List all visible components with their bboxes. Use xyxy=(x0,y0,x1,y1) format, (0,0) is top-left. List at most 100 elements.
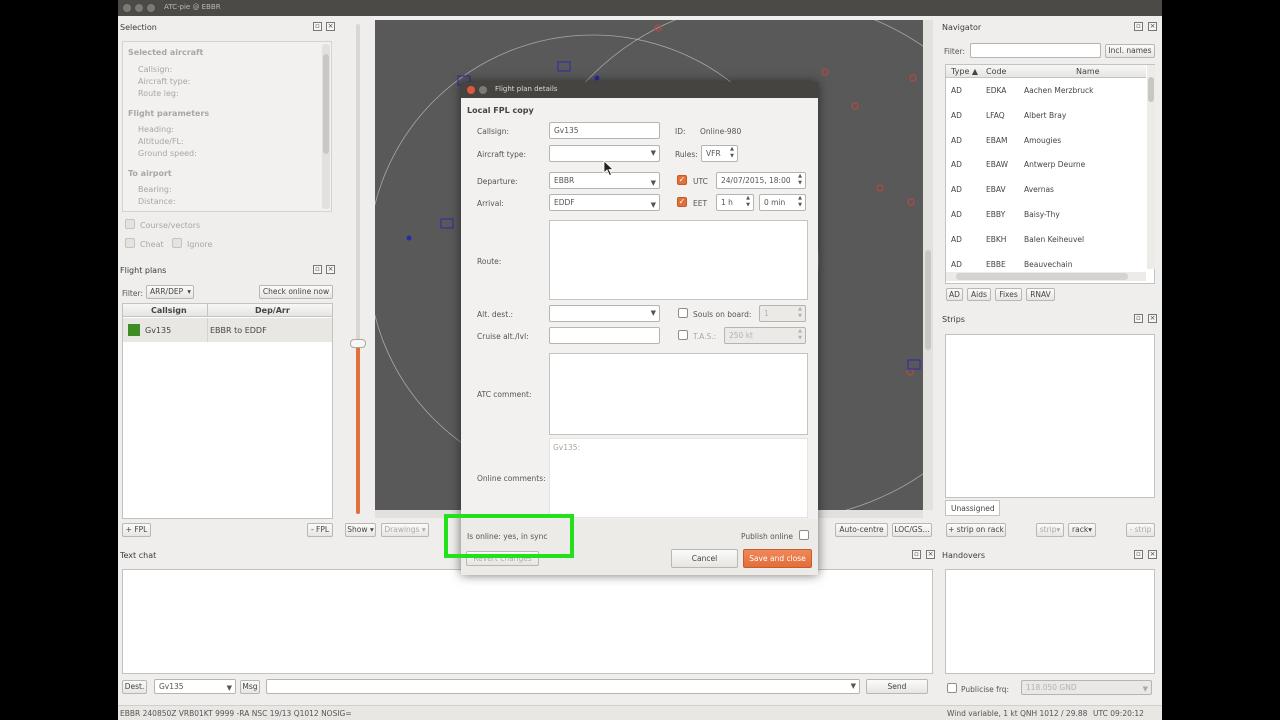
col-name[interactable]: Name xyxy=(1076,67,1100,76)
drawings-button[interactable]: Drawings ▾ xyxy=(381,523,429,537)
dest-button[interactable]: Dest. xyxy=(122,680,147,694)
incl-names-button[interactable]: Incl. names xyxy=(1105,44,1155,58)
arrival-combo[interactable]: EDDF ▼ xyxy=(549,194,660,211)
navigator-h-scrollbar[interactable] xyxy=(946,272,1146,281)
float-panel-icon[interactable]: ▫ xyxy=(1134,550,1143,559)
col-code[interactable]: Code xyxy=(986,67,1006,76)
table-row[interactable]: AD EBAV Avernas xyxy=(946,178,1146,203)
table-row[interactable]: AD LFAQ Albert Bray xyxy=(946,104,1146,129)
minimize-window-icon[interactable] xyxy=(135,4,143,12)
eet-minutes-input[interactable]: 0 min ▲ ▼ xyxy=(759,194,806,211)
col-deparr[interactable]: Dep/Arr xyxy=(255,306,290,315)
cheat-checkbox[interactable] xyxy=(125,238,135,248)
dest-combo[interactable]: Gv135 ▼ xyxy=(154,679,236,694)
spinner-arrows-icon[interactable]: ▲ ▼ xyxy=(730,146,734,160)
tab-rnav[interactable]: RNAV xyxy=(1026,288,1055,301)
rules-spinner[interactable]: VFR ▲ ▼ xyxy=(701,145,738,162)
close-panel-icon[interactable]: × xyxy=(1148,22,1157,31)
tab-fixes[interactable]: Fixes xyxy=(995,288,1022,301)
souls-on-board-input[interactable]: 1 ▲ ▼ xyxy=(759,305,806,322)
save-and-close-button[interactable]: Save and close xyxy=(743,549,812,568)
fpl-filter-select[interactable]: ARR/DEP ▾ xyxy=(146,285,194,299)
navpoint-marker[interactable] xyxy=(909,74,917,82)
scrollbar-thumb[interactable] xyxy=(323,54,329,154)
chat-message-input[interactable]: ▼ xyxy=(266,679,860,694)
utc-checkbox[interactable]: ✓ xyxy=(677,175,687,185)
vor-marker[interactable] xyxy=(594,75,600,81)
vor-marker[interactable] xyxy=(406,235,412,241)
scrollbar-thumb[interactable] xyxy=(956,273,1128,280)
navpoint-marker[interactable] xyxy=(907,198,915,206)
check-online-button[interactable]: Check online now xyxy=(259,285,333,299)
close-panel-icon[interactable]: × xyxy=(1148,550,1157,559)
show-button[interactable]: Show ▾ xyxy=(345,523,376,537)
frequency-combo[interactable]: 118.050 GND ▼ xyxy=(1021,680,1152,695)
float-panel-icon[interactable]: ▫ xyxy=(1134,314,1143,323)
float-panel-icon[interactable]: ▫ xyxy=(1134,22,1143,31)
spinner-arrows-icon[interactable]: ▲ ▼ xyxy=(798,173,802,187)
publicise-frq-checkbox[interactable] xyxy=(947,683,957,693)
loc-gs-button[interactable]: LOC/GS... xyxy=(892,523,932,537)
radar-v-scrollbar[interactable] xyxy=(923,20,933,510)
close-panel-icon[interactable]: × xyxy=(1148,314,1157,323)
minimize-dialog-icon[interactable] xyxy=(479,86,487,94)
navpoint-marker[interactable] xyxy=(876,184,884,192)
online-comments-textarea[interactable]: Gv135: xyxy=(549,438,808,518)
navigator-v-scrollbar[interactable] xyxy=(1147,65,1155,269)
scrollbar-thumb[interactable] xyxy=(1148,77,1154,102)
table-row[interactable]: AD EBBY Baisy-Thy xyxy=(946,203,1146,228)
auto-centre-button[interactable]: Auto-centre xyxy=(835,523,888,537)
cancel-button[interactable]: Cancel xyxy=(671,549,738,568)
cruise-alt-input[interactable] xyxy=(549,327,660,344)
rack-menu-button[interactable]: rack▾ xyxy=(1068,523,1096,537)
float-panel-icon[interactable]: ▫ xyxy=(313,265,322,274)
callsign-input[interactable]: Gv135 xyxy=(549,122,660,139)
float-panel-icon[interactable]: ▫ xyxy=(313,22,322,31)
close-window-icon[interactable] xyxy=(123,4,131,12)
remove-strip-button[interactable]: - strip xyxy=(1126,523,1155,537)
scrollbar-thumb[interactable] xyxy=(925,250,931,350)
tas-input[interactable]: 250 kt ▲ ▼ xyxy=(724,327,806,344)
tab-unassigned[interactable]: Unassigned xyxy=(945,500,1000,516)
publish-online-checkbox[interactable] xyxy=(799,530,809,540)
table-row[interactable]: Gv135 EBBR to EDDF xyxy=(123,318,332,342)
col-callsign[interactable]: Callsign xyxy=(151,306,187,315)
departure-time-input[interactable]: 24/07/2015, 18:00 ▲ ▼ xyxy=(716,172,806,189)
send-button[interactable]: Send xyxy=(866,679,928,694)
maximize-window-icon[interactable] xyxy=(147,4,155,12)
spinner-arrows-icon[interactable]: ▲ ▼ xyxy=(746,195,750,209)
route-textarea[interactable] xyxy=(549,220,808,300)
add-fpl-button[interactable]: + FPL xyxy=(122,523,151,537)
tab-aids[interactable]: Aids xyxy=(967,288,991,301)
msg-button[interactable]: Msg xyxy=(240,680,260,694)
souls-on-board-checkbox[interactable] xyxy=(678,308,688,318)
eet-hours-input[interactable]: 1 h ▲ ▼ xyxy=(716,194,754,211)
float-panel-icon[interactable]: ▫ xyxy=(912,550,921,559)
table-row[interactable]: AD EDKA Aachen Merzbruck xyxy=(946,79,1146,104)
navpoint-marker[interactable] xyxy=(906,368,914,376)
aircraft-target[interactable] xyxy=(440,218,454,229)
zoom-slider-handle[interactable] xyxy=(350,339,366,348)
strip-menu-button[interactable]: strip▾ xyxy=(1036,523,1064,537)
col-type[interactable]: Type ▲ xyxy=(951,67,978,76)
spinner-arrows-icon[interactable]: ▲ ▼ xyxy=(798,328,802,342)
atc-comment-textarea[interactable] xyxy=(549,353,808,435)
aircraft-target[interactable] xyxy=(557,61,571,72)
table-row[interactable]: AD EBAW Antwerp Deurne xyxy=(946,153,1146,178)
close-panel-icon[interactable]: × xyxy=(326,265,335,274)
strip-bay[interactable] xyxy=(945,334,1155,498)
close-panel-icon[interactable]: × xyxy=(926,550,935,559)
tab-ad[interactable]: AD xyxy=(946,288,963,301)
alt-dest-combo[interactable]: ▼ xyxy=(549,305,660,322)
table-row[interactable]: AD EBKH Balen Keiheuvel xyxy=(946,228,1146,253)
close-dialog-icon[interactable] xyxy=(467,86,475,94)
remove-fpl-button[interactable]: - FPL xyxy=(307,523,333,537)
spinner-arrows-icon[interactable]: ▲ ▼ xyxy=(798,195,802,209)
course-vectors-checkbox[interactable] xyxy=(125,219,135,229)
navigator-filter-input[interactable] xyxy=(970,43,1101,58)
zoom-slider-track[interactable] xyxy=(356,24,360,514)
close-panel-icon[interactable]: × xyxy=(326,22,335,31)
eet-checkbox[interactable]: ✓ xyxy=(677,197,687,207)
tas-checkbox[interactable] xyxy=(678,330,688,340)
ignore-checkbox[interactable] xyxy=(172,238,182,248)
